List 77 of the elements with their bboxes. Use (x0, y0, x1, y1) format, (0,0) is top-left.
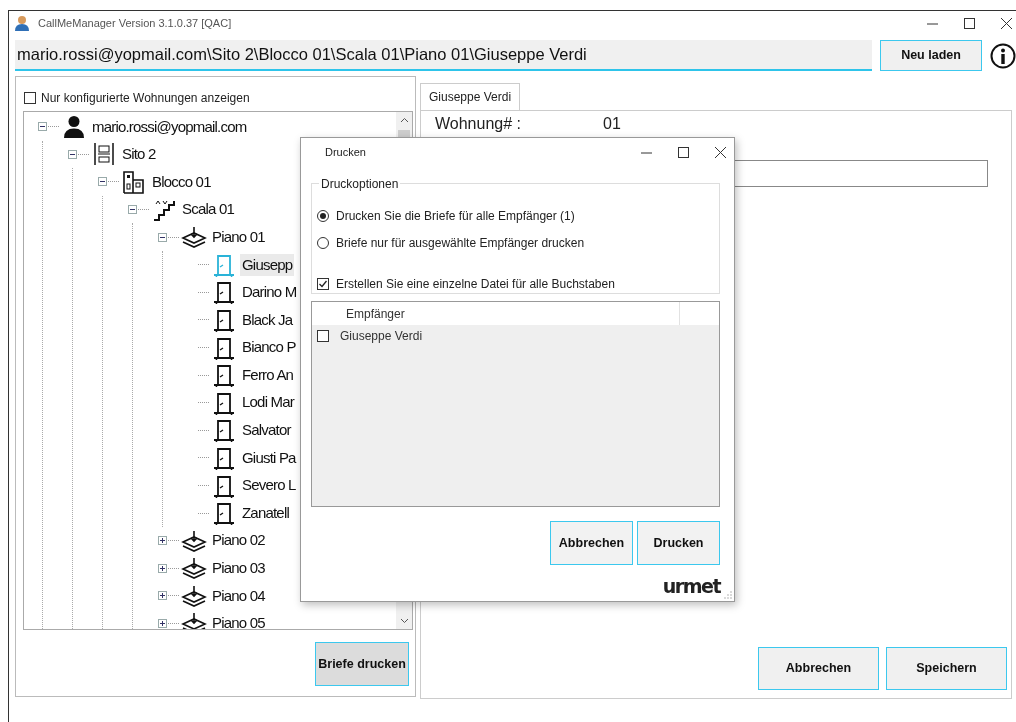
tree-item[interactable]: Darino M (240, 281, 299, 304)
field-value: 01 (603, 115, 621, 133)
building-icon (121, 170, 147, 194)
tree-item[interactable]: Piano 04 (210, 584, 267, 608)
door-icon (211, 501, 237, 526)
collapse-icon[interactable] (127, 205, 137, 215)
tray-stack-icon (181, 611, 207, 629)
door-icon (211, 252, 237, 277)
checkbox[interactable] (24, 92, 36, 104)
tree-item[interactable]: Piano 01 (210, 225, 267, 249)
expand-icon[interactable] (157, 619, 167, 628)
collapse-icon[interactable] (67, 149, 77, 159)
scroll-down-icon[interactable] (399, 618, 409, 624)
tree-item[interactable]: Scala 01 (180, 198, 236, 221)
tree-item[interactable]: Piano 03 (210, 557, 267, 580)
person-icon (61, 114, 87, 139)
save-button[interactable]: Speichern (886, 647, 1007, 690)
recipient-name: Giuseppe Verdi (340, 328, 423, 345)
tree-item[interactable]: Zanatell (240, 501, 291, 525)
print-button[interactable]: Drucken (637, 521, 720, 565)
door-icon (211, 473, 237, 498)
cancel-button[interactable]: Abbrechen (758, 647, 879, 690)
tree-item[interactable]: Giusti Pa (240, 446, 298, 470)
tree-item[interactable]: Blocco 01 (150, 170, 213, 194)
filter-label: Nur konfigurierte Wohnungen anzeigen (41, 90, 250, 107)
tree-item[interactable]: Lodi Mar (240, 391, 296, 414)
tray-stack-icon (181, 556, 207, 581)
checkbox[interactable] (317, 277, 329, 290)
framed-logo-icon (91, 142, 117, 167)
tray-stack-icon (181, 583, 207, 608)
maximize-icon[interactable] (678, 146, 689, 158)
path-field[interactable]: mario.rossi@yopmail.com\Sito 2\Blocco 01\Scala 01\Piano 01\Giuseppe Verdi (15, 40, 872, 71)
tree-item[interactable]: Severo L (240, 474, 298, 497)
door-icon (211, 280, 237, 305)
expand-icon[interactable] (157, 563, 167, 573)
info-icon[interactable] (990, 42, 1016, 69)
door-icon (211, 363, 237, 388)
brand-logo: urmet (662, 577, 720, 596)
expand-icon[interactable] (157, 536, 167, 546)
tab[interactable]: Giuseppe Verdi (420, 83, 521, 111)
tree-item[interactable]: Ferro An (240, 363, 296, 387)
window-title: CallMeManager Version 3.1.0.37 [QAC] (38, 15, 232, 31)
tree-item[interactable]: Giusepp (240, 253, 295, 276)
print-letters-button[interactable]: Briefe drucken (315, 642, 409, 686)
field-label: Wohnung# : (435, 115, 522, 133)
option-label: Briefe nur für ausgewählte Empfänger drucken (336, 234, 585, 252)
tree-item[interactable]: Bianco P (240, 336, 298, 359)
tree-item[interactable]: Sito 2 (120, 143, 158, 166)
tree-item[interactable]: mario.rossi@yopmail.com (90, 115, 249, 139)
door-icon (211, 418, 237, 443)
collapse-icon[interactable] (97, 177, 107, 187)
tree-item[interactable]: Piano 05 (210, 612, 267, 629)
cancel-button[interactable]: Abbrechen (550, 521, 633, 565)
door-icon (211, 307, 237, 332)
tree-item[interactable]: Salvator (240, 419, 293, 442)
tree-item[interactable]: Black Ja (240, 308, 295, 332)
door-icon (211, 335, 237, 360)
tree-item[interactable]: Piano 02 (210, 529, 267, 552)
resize-grip-icon[interactable] (724, 591, 732, 599)
option-label: Erstellen Sie eine einzelne Datei für alle Buchstaben (336, 275, 615, 293)
collapse-icon[interactable] (157, 232, 167, 242)
user-app-icon (14, 15, 30, 31)
close-icon[interactable] (1001, 17, 1012, 29)
maximize-icon[interactable] (964, 17, 975, 29)
tray-stack-icon (181, 225, 207, 250)
option-label: Drucken Sie die Briefe für alle Empfänger (1) (336, 207, 575, 225)
expand-icon[interactable] (157, 591, 167, 601)
tray-stack-icon (181, 528, 207, 553)
close-icon[interactable] (715, 146, 726, 158)
collapse-icon[interactable] (37, 122, 47, 132)
door-icon (211, 390, 237, 415)
reload-button[interactable]: Neu laden (880, 40, 982, 71)
door-icon (211, 445, 237, 470)
dialog-title: Drucken (325, 144, 366, 160)
checkbox[interactable] (317, 330, 329, 342)
column-header: Empfänger (345, 305, 406, 323)
scroll-up-icon[interactable] (399, 117, 409, 123)
